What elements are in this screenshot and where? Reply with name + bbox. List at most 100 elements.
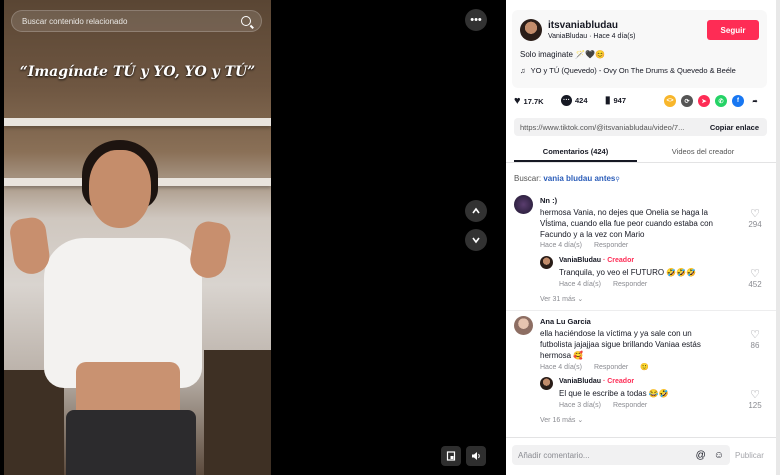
video-caption: Solo imaginate 🪄🖤😊 <box>520 50 606 59</box>
reply-like-count: 125 <box>748 401 762 410</box>
reply-meta: Hace 4 día(s) Responder <box>559 281 647 288</box>
reply-button[interactable]: Responder <box>613 281 647 288</box>
save-stat[interactable]: ▮ 947 <box>605 95 626 106</box>
mention-icon[interactable]: @ <box>696 450 706 461</box>
related-search-input[interactable]: Buscar contenido relacionado <box>11 10 262 32</box>
pip-icon <box>446 451 456 461</box>
video-overlay-text: “Imagínate TÚ y YO, YO y TÚ” <box>19 64 256 80</box>
video-url[interactable]: https://www.tiktok.com/@itsvaniabludau/v… <box>514 123 702 132</box>
details-panel: itsvaniabludau VaniaBludau · Hace 4 día(… <box>506 0 780 475</box>
input-divider <box>506 437 776 438</box>
reply-like[interactable]: ♡ 125 <box>745 388 765 410</box>
publish-button[interactable]: Publicar <box>735 451 764 460</box>
chevron-down-icon <box>472 237 480 244</box>
video-link-box: https://www.tiktok.com/@itsvaniabludau/v… <box>514 118 767 136</box>
commenter-name[interactable]: Nn :) <box>540 196 557 205</box>
reply-text: Tranquila, yo veo el FUTURO 🤣🤣🤣 <box>559 268 697 277</box>
previous-video-button[interactable] <box>465 200 487 222</box>
reply-author-name[interactable]: VaniaBludau <box>559 378 601 385</box>
comment-like[interactable]: ♡ 86 <box>745 328 765 350</box>
video-area: “Imagínate TÚ y YO, YO y TÚ” Buscar cont… <box>0 0 497 475</box>
comment-like-count: 294 <box>748 220 762 229</box>
reply-author[interactable]: VaniaBludau · Creador <box>559 378 634 385</box>
facebook-icon[interactable]: f <box>732 95 744 107</box>
tab-comments[interactable]: Comentarios (424) <box>514 147 637 156</box>
more-options-button[interactable]: ••• <box>465 9 487 31</box>
reply-button[interactable]: Responder <box>613 402 647 409</box>
comment-count: 424 <box>575 96 588 105</box>
reply-like[interactable]: ♡ 452 <box>745 267 765 289</box>
comment-line: futbolista jajajjaa sigue brillando Vani… <box>540 340 701 349</box>
creator-badge: · Creador <box>601 378 635 385</box>
music-note-icon: ♫ <box>520 66 526 75</box>
left-hand <box>8 215 52 277</box>
music-info[interactable]: ♫ YO y TÚ (Quevedo) - Ovy On The Drums &… <box>520 66 736 75</box>
comment-line: Vĺstima, cuando ella fue peor cuando est… <box>540 219 714 228</box>
reply-text: El que le escribe a todas 😂🤣 <box>559 389 669 398</box>
reply-author-name[interactable]: VaniaBludau <box>559 257 601 264</box>
commenter-avatar[interactable] <box>514 195 533 214</box>
heart-outline-icon: ♡ <box>750 268 760 280</box>
picture-in-picture-button[interactable] <box>441 446 461 466</box>
heart-outline-icon: ♡ <box>750 208 760 220</box>
reply-meta: Hace 3 día(s) Responder <box>559 402 647 409</box>
reply-like-count: 452 <box>748 280 762 289</box>
repost-icon[interactable]: ⟳ <box>681 95 693 107</box>
reply-avatar[interactable] <box>540 377 553 390</box>
volume-button[interactable] <box>466 446 486 466</box>
comment-input[interactable]: Añadir comentario... @ ☺ <box>512 445 730 465</box>
comment-date: Hace 4 día(s) <box>540 364 583 371</box>
cabinet <box>204 350 271 475</box>
like-stat[interactable]: ♥ 17.7K <box>514 95 544 107</box>
commenter-avatar[interactable] <box>514 316 533 335</box>
person-face <box>89 150 151 228</box>
comment-stat[interactable]: ··· 424 <box>561 95 588 106</box>
next-video-button[interactable] <box>465 229 487 251</box>
heart-icon: ♥ <box>514 95 521 107</box>
whatsapp-icon[interactable]: ✆ <box>715 95 727 107</box>
comment-line: Facundo y a la vez con Mario <box>540 230 645 239</box>
comment-divider <box>506 310 776 311</box>
author-card: itsvaniabludau VaniaBludau · Hace 4 día(… <box>512 10 767 88</box>
person-pants <box>66 410 196 475</box>
tab-divider <box>506 162 776 163</box>
heart-outline-icon: ♡ <box>750 389 760 401</box>
copy-link-button[interactable]: Copiar enlace <box>702 123 767 132</box>
panel-scrollbar[interactable] <box>776 0 780 475</box>
follow-button[interactable]: Seguir <box>707 20 759 40</box>
embed-icon[interactable]: <> <box>664 95 676 107</box>
music-title: YO y TÚ (Quevedo) - Ovy On The Drums & Q… <box>530 66 736 75</box>
comment-text: hermosa Vania, no dejes que Onelia se ha… <box>540 207 745 240</box>
volume-icon <box>471 452 480 460</box>
comment-line: ella haciéndose la víctima y ya sale con… <box>540 329 692 338</box>
reply-button[interactable]: Responder <box>594 364 628 371</box>
reply-avatar[interactable] <box>540 256 553 269</box>
bookmark-icon: ▮ <box>605 95 611 106</box>
comment-like[interactable]: ♡ 294 <box>745 207 765 229</box>
reply-date: Hace 4 día(s) <box>559 281 602 288</box>
author-avatar[interactable] <box>520 19 542 41</box>
comment-meta: Hace 4 día(s) Responder 🙂 <box>540 363 649 371</box>
author-subline: VaniaBludau · Hace 4 día(s) <box>548 33 636 40</box>
search-suggestion-label: Buscar: <box>514 174 542 183</box>
view-more-replies[interactable]: Ver 31 más ⌄ <box>540 295 583 303</box>
reply-button[interactable]: Responder <box>594 242 628 249</box>
comment-date: Hace 4 día(s) <box>540 242 583 249</box>
share-arrow-icon[interactable]: ➦ <box>749 95 761 107</box>
save-count: 947 <box>613 96 627 105</box>
tab-creator-videos[interactable]: Videos del creador <box>641 147 765 156</box>
comment-line: hermosa 🥰 <box>540 351 584 360</box>
search-icon[interactable] <box>241 16 251 26</box>
reply-author[interactable]: VaniaBludau · Creador <box>559 257 634 264</box>
send-icon[interactable]: ➤ <box>698 95 710 107</box>
search-suggestion[interactable]: Buscar: vania bludau antes⚲ <box>514 174 620 183</box>
search-suggestion-term[interactable]: vania bludau antes <box>543 174 615 183</box>
emoji-icon[interactable]: ☺ <box>714 450 724 461</box>
author-username[interactable]: itsvaniabludau <box>548 20 618 31</box>
right-hand <box>187 219 233 281</box>
heart-outline-icon: ♡ <box>750 329 760 341</box>
search-placeholder: Buscar contenido relacionado <box>22 16 128 26</box>
view-more-replies[interactable]: Ver 16 más ⌄ <box>540 416 583 424</box>
comment-text: ella haciéndose la víctima y ya sale con… <box>540 328 745 361</box>
commenter-name[interactable]: Ana Lu Garcia <box>540 317 591 326</box>
